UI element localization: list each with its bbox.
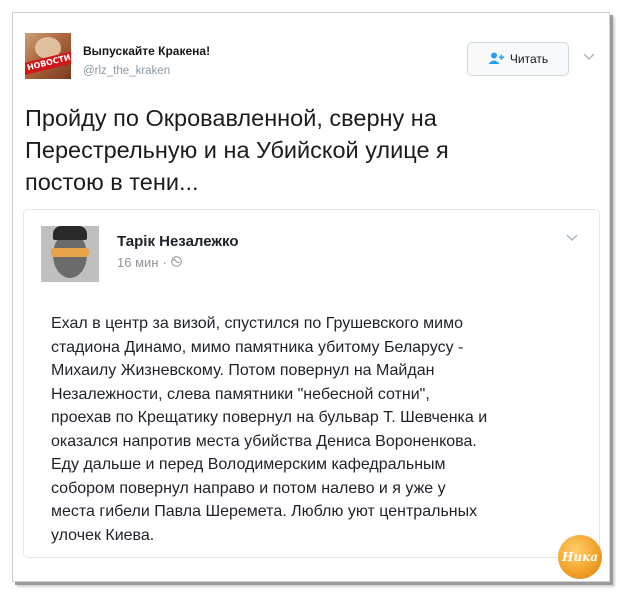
tweet-text-line: Пройду по Окровавленной, сверну на	[25, 105, 437, 131]
add-user-icon	[488, 52, 504, 67]
tweet-text: Пройду по Окровавленной, сверну на Перес…	[25, 102, 585, 198]
tweet-text-line: постою в тени...	[25, 169, 199, 195]
tweet-author-handle[interactable]: @rlz_the_kraken	[83, 65, 170, 77]
quoted-text-line: проехав по Крещатику повернул на бульвар…	[51, 409, 488, 426]
quoted-text-line: стадиона Динамо, мимо памятника убитому …	[51, 338, 464, 356]
quoted-text-line: оказался напротив места убийства Дениса …	[51, 432, 477, 450]
screenshot-frame: НОВОСТИ Выпускайте Кракена! @rlz_the_kra…	[12, 12, 610, 582]
quoted-author-name[interactable]: Тарік Незалежко	[117, 233, 239, 250]
quoted-text-line: места гибели Павла Шеремета. Люблю уют ц…	[51, 503, 478, 520]
quoted-post-text: Ехал в центр за визой, спустился по Груш…	[51, 312, 591, 547]
quoted-author-avatar[interactable]	[41, 226, 99, 282]
chevron-down-icon[interactable]	[583, 49, 595, 64]
follow-button[interactable]: Читать	[467, 42, 569, 76]
chevron-down-icon[interactable]	[566, 230, 578, 245]
post-time[interactable]: 16 мин	[117, 255, 158, 270]
quoted-text-line: Ехал в центр за визой, спустился по Груш…	[51, 315, 463, 332]
quoted-text-line: Незалежности, слева памятники "небесной …	[51, 385, 430, 403]
globe-icon	[170, 255, 182, 270]
quoted-text-line: собором повернул направо и потом налево …	[51, 479, 446, 497]
quoted-text-line: Еду дальше и перед Володимерским кафедра…	[51, 456, 446, 473]
watermark-logo: Ника	[558, 535, 602, 579]
tweet-text-line: Перестрельную и на Убийской улице я	[25, 137, 449, 163]
quoted-post-card[interactable]: Тарік Незалежко 16 мин · Ехал в центр за…	[23, 209, 600, 558]
quoted-post-meta: 16 мин ·	[117, 255, 182, 270]
quoted-text-line: улочек Киева.	[51, 526, 155, 544]
tweet-author-name[interactable]: Выпускайте Кракена!	[83, 44, 210, 58]
tweet-author-avatar[interactable]: НОВОСТИ	[25, 33, 71, 79]
follow-label: Читать	[509, 52, 549, 66]
quoted-text-line: Михаилу Жизневскому. Потом повернул на М…	[51, 362, 435, 379]
